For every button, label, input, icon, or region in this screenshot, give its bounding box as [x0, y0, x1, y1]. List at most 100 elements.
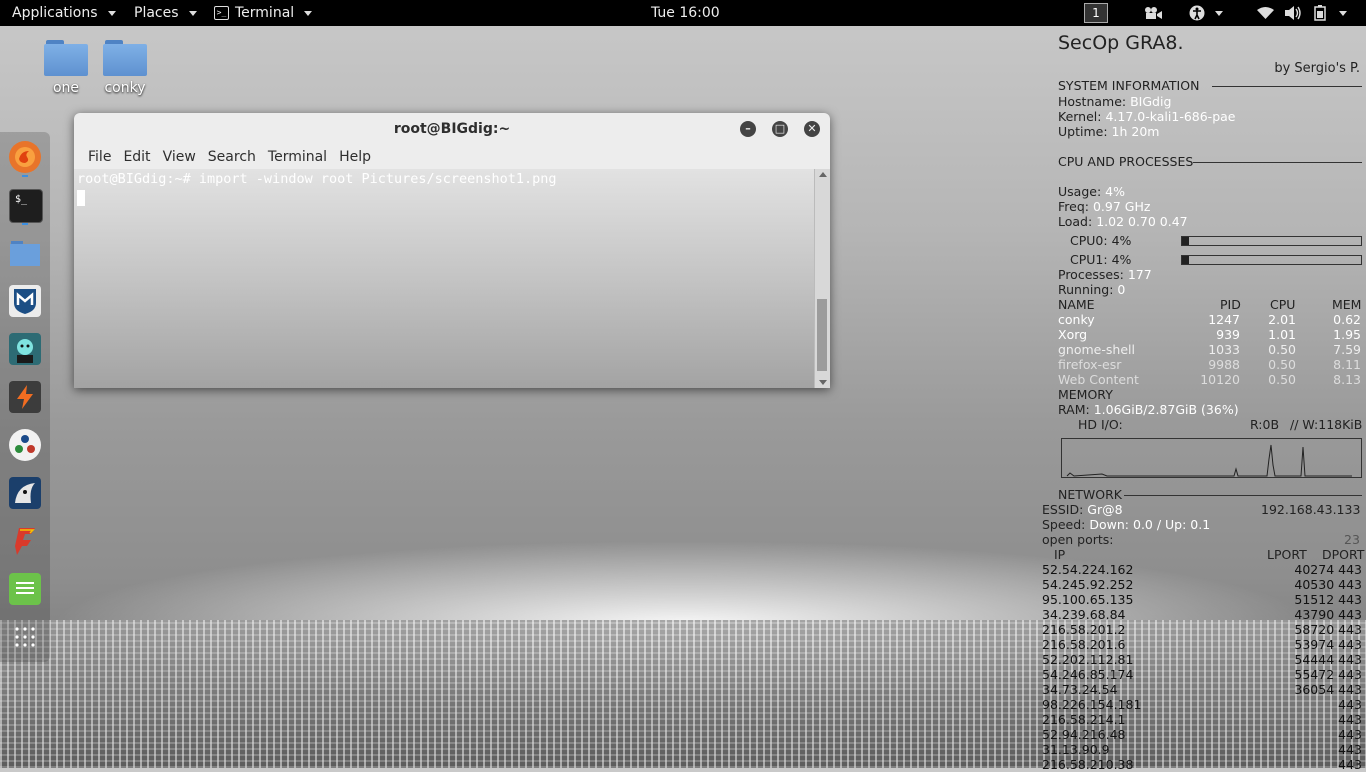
menu-help[interactable]: Help — [333, 147, 377, 169]
menu-file[interactable]: File — [82, 147, 117, 169]
scroll-up-icon[interactable] — [819, 172, 827, 177]
menu-view[interactable]: View — [157, 147, 202, 169]
firefox-icon[interactable] — [9, 141, 41, 173]
metasploit-icon[interactable] — [9, 285, 41, 317]
ram-value: 1.06GiB/2.87GiB (36%) — [1093, 402, 1239, 417]
places-menu[interactable]: Places — [134, 0, 197, 26]
essid-value: Gr@8 — [1087, 502, 1123, 517]
desktop-icon-label: conky — [104, 80, 146, 96]
uptime-value: 1h 20m — [1111, 124, 1160, 139]
hostname-label: Hostname: — [1058, 94, 1127, 109]
divider — [1124, 495, 1362, 496]
section-system-info: SYSTEM INFORMATION — [1058, 78, 1200, 93]
hdio-read: R:0B — [1250, 417, 1280, 432]
connection-ip: 52.54.224.162 — [1042, 562, 1134, 577]
connection-ports: 58720 443 — [1294, 622, 1362, 637]
connection-row: 31.13.90.9 443 — [1042, 742, 1362, 757]
speed-label: Speed: — [1042, 517, 1086, 532]
accessibility-icon — [1189, 5, 1205, 21]
dock: $_ — [0, 132, 50, 662]
processes-label: Processes: — [1058, 267, 1124, 282]
video-icon[interactable] — [1143, 0, 1163, 26]
ip-address: 192.168.43.133 — [1261, 502, 1361, 517]
maltego-icon[interactable] — [9, 429, 41, 461]
connection-ports: 443 — [1338, 727, 1362, 742]
chevron-down-icon — [188, 10, 197, 16]
minimize-button[interactable]: – — [740, 121, 756, 137]
cpu1-bar-fill — [1182, 256, 1190, 264]
desktop-folder-conky[interactable]: conky — [95, 38, 155, 96]
close-button[interactable]: ✕ — [804, 121, 820, 137]
proc-header-cpu: CPU — [1270, 297, 1296, 312]
accessibility-menu[interactable] — [1189, 0, 1223, 26]
volume-icon[interactable] — [1285, 0, 1302, 26]
connection-ports: 40530 443 — [1294, 577, 1362, 592]
scroll-thumb[interactable] — [817, 299, 827, 371]
folder-icon — [44, 38, 88, 76]
cpu0-label: CPU0: — [1070, 233, 1108, 248]
kernel-label: Kernel: — [1058, 109, 1102, 124]
process-pid: 1033 — [1208, 342, 1240, 357]
essid-label: ESSID: — [1042, 502, 1084, 517]
cpu1-value: 4% — [1111, 252, 1132, 267]
desktop-icon-label: one — [52, 80, 80, 96]
connection-row: 95.100.65.135 51512 443 — [1042, 592, 1362, 607]
connection-ports: 43790 443 — [1294, 607, 1362, 622]
terminal-scrollbar[interactable] — [814, 169, 830, 388]
running-indicator — [22, 223, 28, 225]
connection-ip: 54.245.92.252 — [1042, 577, 1134, 592]
menu-search[interactable]: Search — [202, 147, 262, 169]
conky-title: SecOp GRA8. — [1058, 32, 1184, 54]
terminal-window[interactable]: root@BIGdig:~ – □ ✕ File Edit View Searc… — [74, 113, 830, 388]
files-icon[interactable] — [9, 237, 41, 269]
connection-row: 34.239.68.84 43790 443 — [1042, 607, 1362, 622]
connection-row: 54.246.85.174 55472 443 — [1042, 667, 1362, 682]
process-cpu: 0.50 — [1268, 372, 1296, 387]
wifi-icon[interactable] — [1257, 0, 1274, 26]
applications-menu[interactable]: Applications — [12, 0, 116, 26]
section-cpu: CPU AND PROCESSES — [1058, 154, 1194, 169]
burpsuite-icon[interactable] — [9, 381, 41, 413]
desktop-folder-one[interactable]: one — [36, 38, 96, 96]
process-pid: 939 — [1216, 327, 1240, 342]
chevron-down-icon — [107, 10, 116, 16]
conky-widget: SecOp GRA8. by Sergio's P. SYSTEM INFORM… — [1040, 28, 1366, 772]
leafpad-icon[interactable] — [9, 573, 41, 605]
usage-label: Usage: — [1058, 184, 1102, 199]
connection-ports: 53974 443 — [1294, 637, 1362, 652]
faraday-icon[interactable] — [9, 525, 41, 557]
clock[interactable]: Tue 16:00 — [651, 0, 720, 26]
terminal-app-menu[interactable]: >_ Terminal — [214, 0, 313, 26]
connection-ip: 216.58.201.2 — [1042, 622, 1126, 637]
system-menu[interactable] — [1313, 0, 1347, 26]
terminal-output[interactable]: root@BIGdig:~# import -window root Pictu… — [74, 169, 815, 388]
process-name: Web Content — [1058, 372, 1139, 387]
net-header-dport: DPORT — [1322, 547, 1365, 562]
menu-terminal[interactable]: Terminal — [262, 147, 333, 169]
process-mem: 7.59 — [1333, 342, 1361, 357]
connection-ports: 54444 443 — [1294, 652, 1362, 667]
load-value: 1.02 0.70 0.47 — [1096, 214, 1188, 229]
process-cpu: 1.01 — [1268, 327, 1296, 342]
hdio-write: // W:118KiB — [1290, 417, 1363, 432]
cpu0-bar — [1181, 236, 1362, 246]
connection-ip: 52.202.112.81 — [1042, 652, 1134, 667]
window-titlebar[interactable]: root@BIGdig:~ – □ ✕ — [74, 113, 830, 147]
maximize-button[interactable]: □ — [772, 121, 788, 137]
connection-ip: 52.94.216.48 — [1042, 727, 1126, 742]
terminal-app-label: Terminal — [235, 5, 295, 21]
connection-row: 52.94.216.48 443 — [1042, 727, 1362, 742]
menu-edit[interactable]: Edit — [117, 147, 156, 169]
cpu1-label: CPU1: — [1070, 252, 1108, 267]
processes-value: 177 — [1127, 267, 1152, 282]
process-mem: 1.95 — [1333, 327, 1361, 342]
armitage-icon[interactable] — [9, 333, 41, 365]
beef-icon[interactable] — [9, 477, 41, 509]
speed-value: Down: 0.0 / Up: 0.1 — [1089, 517, 1211, 532]
folder-icon — [103, 38, 147, 76]
terminal-icon[interactable]: $_ — [9, 189, 43, 223]
running-label: Running: — [1058, 282, 1114, 297]
workspace-indicator[interactable]: 1 — [1084, 0, 1108, 26]
scroll-down-icon[interactable] — [819, 380, 827, 385]
show-apps-icon[interactable] — [9, 621, 41, 653]
